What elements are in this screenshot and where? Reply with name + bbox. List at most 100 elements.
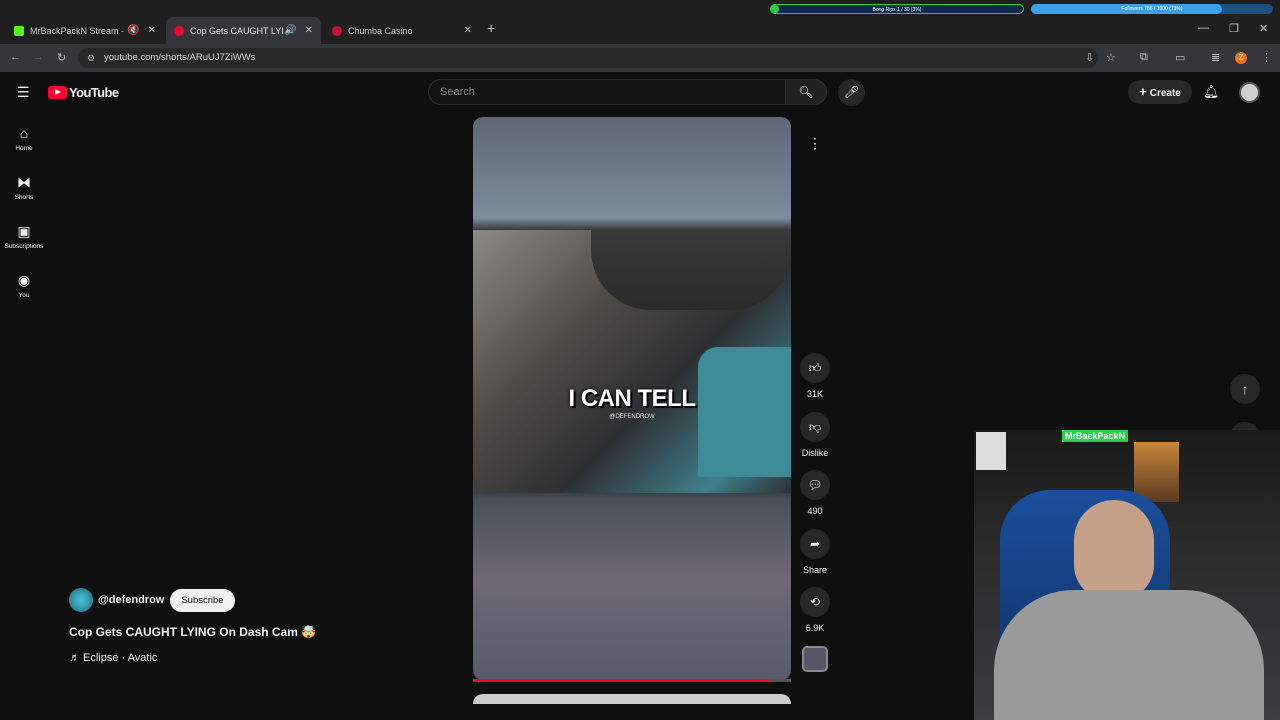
arrow-up-icon: ↑ [1241, 381, 1249, 397]
webcam-overlay: MrBackPackN [974, 430, 1280, 720]
share-icon: ➦ [800, 529, 830, 559]
shorts-icon: ⧓ [17, 174, 31, 190]
search-input[interactable]: Search [428, 79, 786, 105]
back-icon[interactable]: ← [10, 51, 21, 63]
video-caption: I CAN TELL [568, 385, 697, 412]
plus-icon: + [1139, 84, 1147, 99]
video-progress-fill [473, 679, 769, 682]
next-short-preview [473, 694, 791, 704]
you-icon: ◉ [17, 272, 31, 288]
share-button[interactable]: ➦ Share [800, 529, 830, 575]
channel-name[interactable]: @defendrow [98, 594, 164, 606]
profile-avatar-icon[interactable]: Z [1235, 52, 1247, 64]
followers-bar: Followers 786 / 1000 (79%) [1031, 4, 1273, 14]
notifications-bell-icon[interactable]: 🔔︎ [1203, 84, 1220, 100]
tab-kick-stream[interactable]: MrBackPackN Stream - Wa 🔇 ✕ [6, 17, 164, 44]
channel-row: @defendrow Subscribe [69, 588, 235, 612]
thumbs-up-icon: 👍︎ [800, 353, 830, 383]
tab-youtube-short[interactable]: Cop Gets CAUGHT LYING O 🔊 ✕ [166, 17, 321, 44]
window-close-icon[interactable]: ✕ [1259, 22, 1268, 35]
tiger-poster [1134, 442, 1179, 502]
search-button[interactable]: 🔍︎ [785, 79, 827, 105]
youtube-logo[interactable]: YouTube [48, 85, 119, 100]
sidebar-item-label: Home [15, 145, 33, 152]
side-panel-icon[interactable]: ▭ [1175, 51, 1185, 64]
video-title: Cop Gets CAUGHT LYING On Dash Cam 🤯 [69, 625, 317, 639]
youtube-logo-text: YouTube [69, 85, 119, 100]
previous-short-button[interactable]: ↑ [1230, 374, 1260, 404]
reload-icon[interactable]: ↻ [57, 51, 66, 64]
rearview-mirror [591, 230, 791, 310]
create-button[interactable]: + Create [1128, 80, 1192, 104]
url-text: youtube.com/shorts/ARuUJ7ZiWWs [104, 52, 256, 63]
tab-title: Chumba Casino [348, 25, 413, 36]
voice-search-button[interactable]: 🎤︎ [838, 79, 865, 106]
followers-label: Followers 786 / 1000 (79%) [1121, 6, 1183, 12]
like-button[interactable]: 👍︎ 31K [800, 353, 830, 399]
sidebar-item-label: Subscriptions [4, 243, 44, 250]
hamburger-menu-icon[interactable]: ☰ [17, 84, 30, 101]
video-progress-bar[interactable] [473, 679, 791, 682]
youtube-favicon-icon [174, 25, 184, 36]
extensions-icon[interactable]: ⧉ [1140, 51, 1148, 64]
sidebar-item-shorts[interactable]: ⧓ Shorts [0, 174, 48, 201]
kick-favicon-icon [14, 25, 24, 36]
tab-chumba-casino[interactable]: Chumba Casino ✕ [324, 17, 480, 44]
streamer-sweater [994, 590, 1264, 720]
account-avatar[interactable] [1239, 82, 1260, 103]
like-count: 31K [806, 389, 823, 399]
wall-poster [976, 432, 1006, 470]
music-note-icon: ♬ [69, 652, 80, 664]
channel-avatar[interactable] [69, 588, 93, 612]
thumbs-down-icon: 👎︎ [800, 412, 830, 442]
dislike-button[interactable]: 👎︎ Dislike [800, 412, 830, 458]
tab-close-icon[interactable]: ✕ [464, 25, 472, 36]
more-options-icon[interactable]: ⋮ [805, 128, 825, 158]
tab-title: MrBackPackN Stream - Wa [30, 25, 126, 36]
browser-tab-bar: MrBackPackN Stream - Wa 🔇 ✕ Cop Gets CAU… [0, 0, 1280, 44]
home-icon: ⌂ [19, 125, 29, 141]
media-controls-icon[interactable]: ≣ [1211, 51, 1220, 64]
minimize-icon[interactable]: — [1198, 22, 1209, 34]
chrome-menu-icon[interactable]: ⋮ [1261, 51, 1272, 64]
new-tab-icon[interactable]: + [487, 20, 495, 36]
install-app-icon[interactable]: ⇩ [1085, 51, 1094, 64]
subscriptions-icon: ▣ [17, 223, 31, 239]
shorts-video-player[interactable]: I CAN TELL @DEFENDROW [473, 117, 791, 680]
bong-rips-bar-fill [771, 5, 779, 13]
youtube-play-logo-icon [48, 86, 67, 99]
sound-thumbnail[interactable] [802, 646, 828, 672]
sidebar-item-you[interactable]: ◉ You [0, 272, 48, 299]
search-icon: 🔍︎ [798, 85, 814, 99]
streamer-name-label: MrBackPackN [1062, 430, 1129, 442]
remix-button[interactable]: ⟲ 6.9K [800, 587, 830, 633]
streamer-face [1074, 500, 1154, 600]
music-row[interactable]: ♬ Eclipse · Avatic [69, 652, 157, 664]
bong-rips-bar: Bong Rips 1 / 30 (3%) [770, 4, 1024, 14]
subscribe-button[interactable]: Subscribe [170, 588, 235, 612]
music-label: Eclipse · Avatic [83, 652, 158, 664]
comment-icon: 💬︎ [800, 470, 830, 500]
comment-count: 490 [807, 506, 823, 516]
remix-count: 6.9K [805, 623, 825, 633]
tab-close-icon[interactable]: ✕ [148, 25, 156, 36]
sidebar-item-home[interactable]: ⌂ Home [0, 125, 48, 152]
tab-audio-icon[interactable]: 🔊 [284, 25, 296, 36]
create-label: Create [1149, 88, 1181, 99]
tab-muted-icon[interactable]: 🔇 [127, 25, 139, 36]
bookmark-star-icon[interactable]: ☆ [1106, 51, 1116, 64]
forward-icon[interactable]: → [33, 51, 44, 63]
site-info-icon[interactable]: ⚙ [87, 48, 95, 68]
remix-icon: ⟲ [800, 587, 830, 617]
restore-icon[interactable]: ❐ [1229, 22, 1239, 35]
tab-close-icon[interactable]: ✕ [305, 25, 313, 36]
microphone-icon: 🎤︎ [843, 85, 860, 99]
share-label: Share [802, 565, 828, 575]
tab-title: Cop Gets CAUGHT LYING O [190, 25, 284, 36]
address-bar[interactable]: ⚙ youtube.com/shorts/ARuUJ7ZiWWs [78, 48, 1098, 68]
sidebar-item-label: Shorts [14, 194, 34, 201]
comments-button[interactable]: 💬︎ 490 [800, 470, 830, 516]
sidebar-item-subscriptions[interactable]: ▣ Subscriptions [0, 223, 48, 250]
bong-rips-label: Bong Rips 1 / 30 (3%) [872, 7, 922, 13]
dislike-label: Dislike [801, 448, 829, 458]
